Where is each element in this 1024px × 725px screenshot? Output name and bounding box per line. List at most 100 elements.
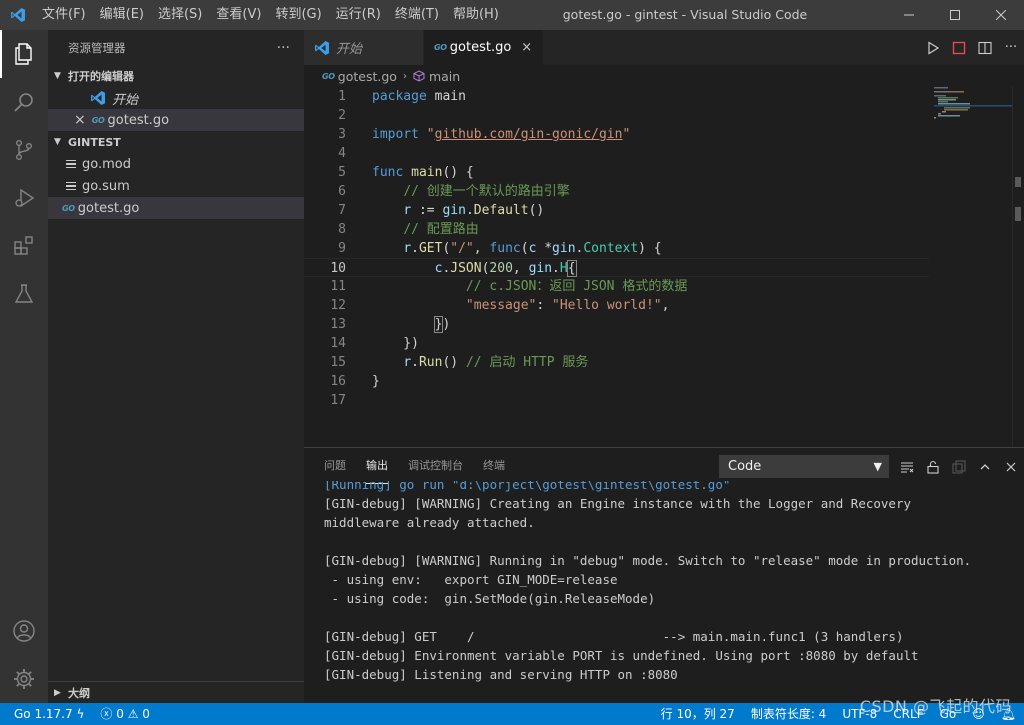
chevron-up-icon	[980, 463, 990, 469]
run-code-button[interactable]	[920, 30, 946, 65]
open-editor-gotest[interactable]: × GO gotest.go	[48, 109, 304, 131]
maximize-icon	[950, 10, 960, 20]
menu-help[interactable]: 帮助(H)	[446, 0, 506, 30]
output-line: [Running] go run "d:\porject\gotest\gint…	[324, 481, 731, 492]
editor-scrollbar[interactable]	[1012, 87, 1024, 447]
go-version-status[interactable]: Go 1.17.7 ϟ	[0, 703, 92, 725]
cursor-position-status[interactable]: 行 10，列 27	[653, 703, 743, 725]
lightning-icon: ϟ	[76, 707, 85, 721]
source-control-icon	[15, 140, 32, 161]
split-editor-button[interactable]	[972, 30, 998, 65]
tab-gotest[interactable]: GO gotest.go ×	[424, 30, 544, 65]
close-editor-icon[interactable]: ×	[74, 112, 86, 128]
menu-edit[interactable]: 编辑(E)	[93, 0, 151, 30]
method-symbol-icon	[413, 70, 425, 82]
source-control-activity-button[interactable]	[0, 126, 48, 174]
go-version-label: Go 1.17.7	[14, 707, 73, 721]
close-panel-button[interactable]	[998, 455, 1024, 478]
extensions-activity-button[interactable]	[0, 222, 48, 270]
problems-status[interactable]: ⓧ 0 ⚠ 0	[92, 703, 158, 725]
maximize-panel-button[interactable]	[972, 455, 998, 478]
manage-activity-button[interactable]	[0, 655, 48, 703]
tab-debug-console[interactable]: 调试控制台	[408, 448, 463, 484]
vscode-icon	[91, 91, 105, 105]
folder-section[interactable]: ▼ GINTEST	[48, 131, 304, 153]
clear-output-button[interactable]	[894, 455, 920, 478]
tab-terminal[interactable]: 终端	[483, 448, 505, 484]
close-icon	[1006, 462, 1016, 471]
tab-size-status[interactable]: 制表符长度: 4	[743, 703, 835, 725]
activity-bar	[0, 30, 48, 703]
warning-count: 0	[142, 707, 150, 721]
menu-terminal[interactable]: 终端(T)	[388, 0, 446, 30]
explorer-sidebar: 资源管理器 ··· ▼ 打开的编辑器 开始 × GO gotest.go ▼ G…	[48, 30, 304, 703]
file-gotest-go[interactable]: GO gotest.go	[48, 197, 304, 219]
lock-scroll-button[interactable]	[920, 455, 946, 478]
breadcrumb-file[interactable]: gotest.go	[338, 69, 397, 84]
explorer-title: 资源管理器	[68, 40, 126, 55]
outline-title: 大纲	[68, 686, 90, 700]
stop-code-button[interactable]	[946, 30, 972, 65]
editor-actions: ···	[920, 30, 1024, 65]
vscode-icon	[315, 40, 329, 55]
menu-view[interactable]: 查看(V)	[209, 0, 268, 30]
open-editors-title: 打开的编辑器	[68, 70, 134, 83]
breadcrumb-symbol[interactable]: main	[429, 69, 460, 84]
file-go-mod[interactable]: go.mod	[48, 153, 304, 175]
code-line: 5 func main() {	[338, 165, 474, 180]
tab-label: 开始	[336, 42, 363, 57]
tab-output[interactable]: 输出	[366, 448, 388, 484]
flask-icon	[14, 284, 34, 303]
accounts-activity-button[interactable]	[0, 607, 48, 655]
clear-list-icon	[901, 461, 914, 473]
bottom-panel: 问题 输出 调试控制台 终端 Code ▼ [Running] go run "…	[304, 447, 1024, 703]
open-editors-section[interactable]: ▼ 打开的编辑器	[48, 65, 304, 87]
minimap[interactable]	[934, 87, 1014, 137]
file-go-sum[interactable]: go.sum	[48, 175, 304, 197]
gear-icon	[14, 669, 34, 689]
menu-run[interactable]: 运行(R)	[329, 0, 388, 30]
explorer-activity-button[interactable]	[0, 30, 48, 78]
output-line: [GIN-debug] GET / --> main.main.func1 (3…	[324, 629, 904, 644]
extensions-icon	[14, 236, 33, 255]
files-icon	[15, 43, 32, 65]
run-debug-activity-button[interactable]	[0, 174, 48, 222]
output-line: [GIN-debug] [WARNING] Running in "debug"…	[324, 553, 972, 568]
more-actions-button[interactable]: ···	[277, 40, 290, 56]
output-channel-select[interactable]: Code ▼	[719, 455, 889, 478]
maximize-button[interactable]	[932, 0, 978, 30]
menu-file[interactable]: 文件(F)	[35, 0, 93, 30]
tab-label: gotest.go	[449, 40, 512, 55]
stop-icon	[952, 41, 966, 54]
code-line: 4	[338, 146, 346, 161]
more-editor-actions-button[interactable]: ···	[998, 30, 1024, 65]
run-debug-icon	[15, 188, 35, 208]
code-editor[interactable]: 1 package main 2 3 import "github.com/gin-…	[304, 87, 1024, 447]
menu-go[interactable]: 转到(G)	[268, 0, 328, 30]
testing-activity-button[interactable]	[0, 270, 48, 318]
code-line: 15 r.Run() // 启动 HTTP 服务	[330, 355, 589, 370]
open-editor-welcome[interactable]: 开始	[48, 87, 304, 109]
close-window-button[interactable]	[978, 0, 1024, 30]
file-label: go.mod	[82, 156, 131, 172]
tab-welcome[interactable]: 开始	[304, 30, 424, 65]
minimize-button[interactable]	[886, 0, 932, 30]
outline-section[interactable]: ▶ 大纲	[48, 681, 304, 703]
menu-selection[interactable]: 选择(S)	[151, 0, 209, 30]
output-line: [GIN-debug] Listening and serving HTTP o…	[324, 667, 678, 682]
open-log-button[interactable]	[946, 455, 972, 478]
lines-icon	[66, 180, 76, 193]
output-log[interactable]: [Running] go run "d:\porject\gotest\gint…	[324, 481, 1014, 701]
ellipsis-icon: ···	[1004, 40, 1018, 55]
search-activity-button[interactable]	[0, 78, 48, 126]
output-line: [GIN-debug] [WARNING] Creating an Engine…	[324, 496, 911, 511]
open-editor-label: gotest.go	[107, 112, 170, 128]
tab-problems[interactable]: 问题	[324, 448, 346, 484]
code-line: 7 r := gin.Default()	[338, 203, 545, 218]
output-line: middleware already attached.	[324, 515, 535, 530]
csdn-watermark: CSDN @飞起的代码	[859, 697, 1012, 716]
editor-tabs: 开始 GO gotest.go × ···	[304, 30, 1024, 65]
close-tab-icon[interactable]: ×	[521, 40, 532, 55]
panel-actions	[894, 455, 1024, 478]
